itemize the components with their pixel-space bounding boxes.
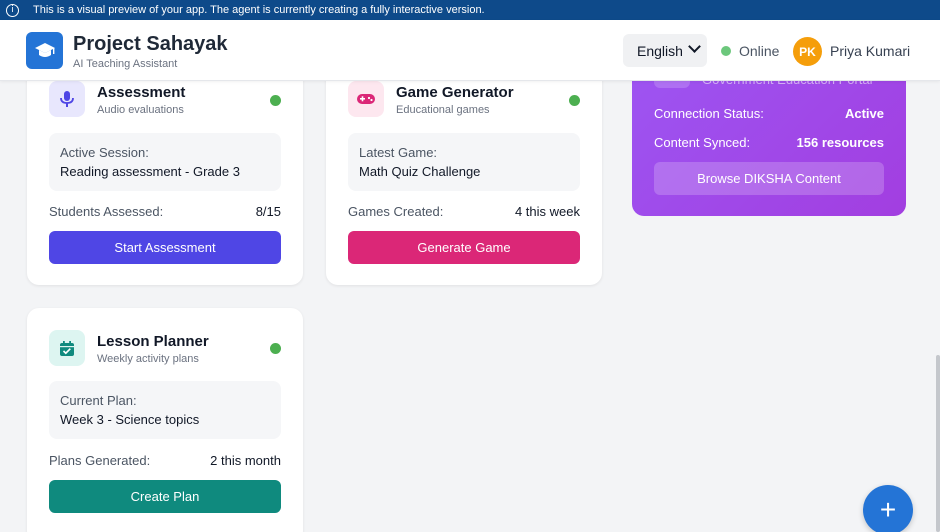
info-value: Math Quiz Challenge — [359, 164, 481, 179]
stat-label: Students Assessed: — [49, 204, 164, 219]
assessment-card: Assessment Audio evaluations Active Sess… — [27, 60, 303, 285]
game-generator-card: Game Generator Educational games Latest … — [326, 60, 602, 285]
stat-value: 4 this week — [514, 204, 580, 219]
content-synced-label: Content Synced: — [654, 135, 751, 150]
diksha-card: Government Education Portal Connection S… — [632, 60, 906, 216]
language-value: English — [637, 42, 683, 59]
start-assessment-button[interactable]: Start Assessment — [49, 231, 281, 264]
card-subtitle: Weekly activity plans — [97, 353, 199, 365]
status-dot — [270, 343, 281, 354]
avatar[interactable]: PK — [793, 37, 822, 66]
online-status-label: Online — [739, 43, 780, 59]
chevron-down-icon — [688, 40, 701, 53]
scrollbar[interactable] — [936, 355, 940, 532]
graduation-cap-icon[interactable] — [26, 32, 63, 69]
microphone-icon — [49, 81, 85, 117]
card-title: Game Generator — [396, 84, 514, 101]
card-subtitle: Educational games — [396, 104, 490, 116]
app-title: Project Sahayak — [73, 33, 228, 55]
app-header: Project Sahayak AI Teaching Assistant En… — [0, 20, 940, 81]
info-label: Current Plan: — [60, 393, 137, 408]
add-fab-button[interactable]: + — [863, 485, 913, 532]
status-dot — [569, 95, 580, 106]
stat-label: Plans Generated: — [49, 453, 151, 468]
info-label: Latest Game: — [359, 145, 438, 160]
gamepad-icon — [348, 81, 384, 117]
info-value: Reading assessment - Grade 3 — [60, 164, 240, 179]
connection-status-value: Active — [844, 106, 884, 121]
info-icon: i — [6, 3, 19, 17]
card-title: Assessment — [97, 84, 186, 101]
card-title: Lesson Planner — [97, 333, 209, 350]
card-subtitle: Audio evaluations — [97, 104, 184, 116]
stat-label: Games Created: — [348, 204, 444, 219]
info-box: Active Session: Reading assessment - Gra… — [49, 133, 281, 191]
language-select[interactable]: English — [623, 34, 707, 67]
stat-value: 2 this month — [210, 453, 281, 468]
info-box: Current Plan: Week 3 - Science topics — [49, 381, 281, 439]
info-box: Latest Game: Math Quiz Challenge — [348, 133, 580, 191]
browse-diksha-button[interactable]: Browse DIKSHA Content — [654, 162, 884, 195]
connection-status-label: Connection Status: — [654, 106, 764, 121]
stat-value: 8/15 — [255, 204, 281, 219]
create-plan-button[interactable]: Create Plan — [49, 480, 281, 513]
calendar-check-icon — [49, 330, 85, 366]
lesson-planner-card: Lesson Planner Weekly activity plans Cur… — [27, 308, 303, 532]
status-dot — [270, 95, 281, 106]
online-status-dot — [721, 46, 731, 56]
user-name[interactable]: Priya Kumari — [830, 43, 910, 59]
content-synced-value: 156 resources — [796, 135, 884, 150]
info-label: Active Session: — [60, 145, 149, 160]
banner-text: This is a visual preview of your app. Th… — [33, 4, 485, 16]
preview-banner: i This is a visual preview of your app. … — [0, 0, 940, 20]
generate-game-button[interactable]: Generate Game — [348, 231, 580, 264]
info-value: Week 3 - Science topics — [60, 412, 200, 427]
app-subtitle: AI Teaching Assistant — [73, 58, 178, 70]
